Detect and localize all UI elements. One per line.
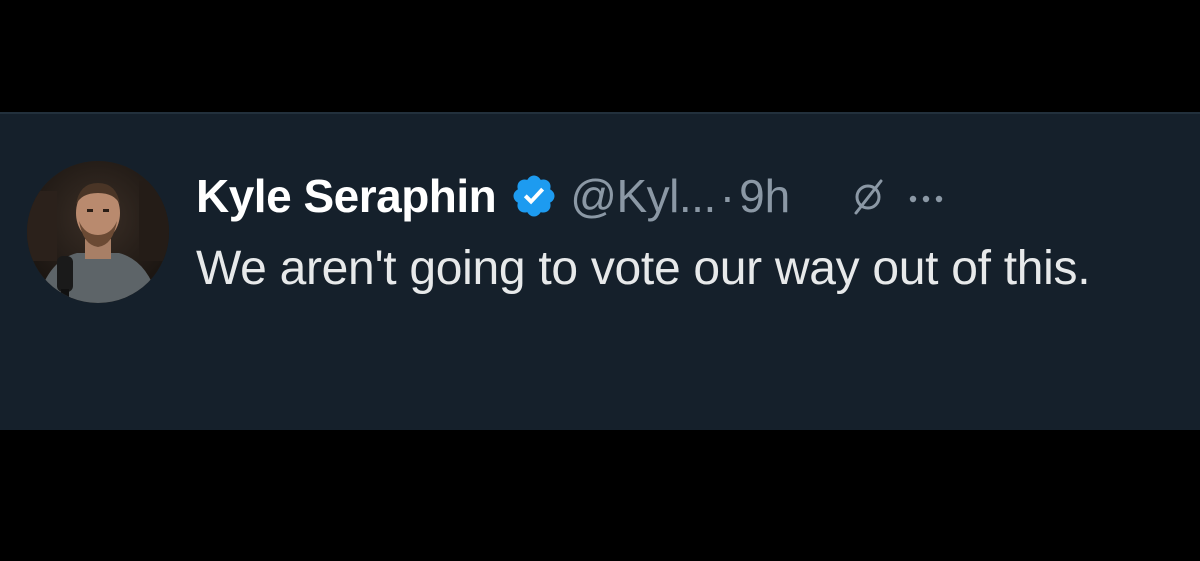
user-handle[interactable]: @Kyl... — [570, 169, 716, 223]
avatar[interactable] — [27, 161, 169, 303]
timestamp[interactable]: 9h — [739, 169, 790, 223]
tweet-text: We aren't going to vote our way out of t… — [196, 242, 1091, 295]
screenshot-page: Kyle Seraphin @Kyl... · 9h We aren't goi… — [0, 0, 1200, 561]
verified-badge-icon[interactable] — [510, 172, 558, 220]
tweet-body: Kyle Seraphin @Kyl... · 9h We aren't goi… — [196, 164, 1186, 306]
separator-dot: · — [719, 170, 736, 222]
more-options-icon[interactable] — [908, 191, 944, 203]
display-name[interactable]: Kyle Seraphin — [196, 169, 497, 223]
tweet-card[interactable]: Kyle Seraphin @Kyl... · 9h We aren't goi… — [0, 112, 1200, 430]
tweet-header: Kyle Seraphin @Kyl... · 9h — [196, 164, 1186, 228]
slash-circle-icon[interactable] — [852, 177, 884, 215]
